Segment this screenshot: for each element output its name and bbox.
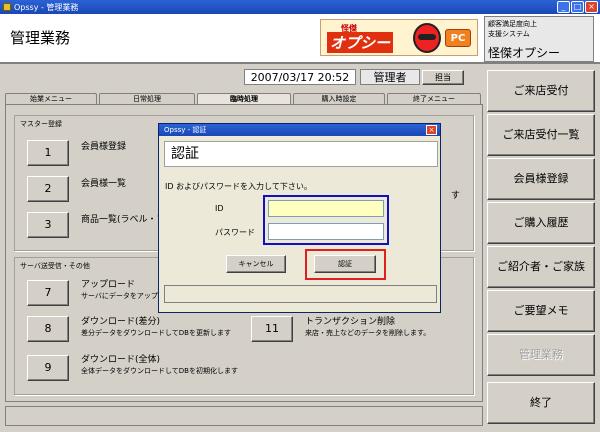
download-full-desc: 全体データをダウンロードしてDBを初期化します [81,367,238,375]
download-full-button[interactable]: 9 [27,355,69,381]
cancel-button[interactable]: キャンセル [226,255,286,273]
master-group-label: マスター登録 [20,120,62,128]
auth-dialog: Opssy - 認証 × 認証 ID およびパスワードを入力して下さい。 ID … [158,123,441,313]
auth-dialog-title: Opssy - 認証 [159,124,440,136]
menu-request-memo[interactable]: ご要望メモ [487,290,595,332]
download-diff-label: ダウンロード(差分) [81,317,161,327]
maximize-button[interactable]: □ [571,1,584,13]
datetime-display: 2007/03/17 20:52 [244,69,356,85]
id-label: ID [215,204,224,213]
master-item-3-label: 商品一覧(ラベル・プ [81,215,166,225]
menu-admin-tasks: 管理業務 [487,334,595,376]
status-bar [5,406,483,426]
menu-exit[interactable]: 終了 [487,382,595,424]
window-titlebar: Opssy - 管理業務 _ □ × [0,0,600,14]
auth-dialog-heading: 認証 [164,141,438,167]
master-item-1-button[interactable]: 1 [27,140,69,166]
window-close-button[interactable]: × [585,1,598,13]
download-diff-desc: 差分データをダウンロードしてDBを更新します [81,329,231,337]
brand-logo: 怪傑 オプシー PC [320,19,478,56]
master-side-hint: す [451,191,461,201]
logo-big-text: オプシー [327,32,394,53]
transaction-delete-desc: 来店・売上などのデータを削除します。 [305,329,431,337]
menu-referrer-family[interactable]: ご紹介者・ご家族 [487,246,595,288]
menu-purchase-history[interactable]: ご購入履歴 [487,202,595,244]
auth-dialog-message: ID およびパスワードを入力して下さい。 [165,182,312,191]
transaction-delete-button[interactable]: 11 [251,316,293,342]
server-group-label: サーバ送受信・その他 [20,262,90,270]
logo-pc-badge: PC [445,29,471,47]
auth-dialog-close-button[interactable]: × [426,125,437,135]
page-title: 管理業務 [10,29,71,47]
mascot-face-icon [413,23,441,53]
password-label: パスワード [215,228,255,237]
user-display: 管理者 [360,69,420,85]
master-item-2-button[interactable]: 2 [27,176,69,202]
system-name: 怪傑オプシー [488,46,561,60]
master-item-1-label: 会員様登録 [81,142,127,152]
upload-button[interactable]: 7 [27,280,69,306]
upload-label: アップロード [81,280,136,290]
download-diff-button[interactable]: 8 [27,316,69,342]
menu-visit-reception[interactable]: ご来店受付 [487,70,595,112]
tanto-button[interactable]: 担当 [422,70,464,85]
system-tagline-2: 支援システム [488,30,530,38]
auth-dialog-status [164,285,437,303]
transaction-delete-label: トランザクション削除 [305,317,396,327]
id-input[interactable] [268,200,384,217]
window-title: Opssy - 管理業務 [14,2,79,12]
system-info-box: 顧客満足度向上 支援システム 怪傑オプシー [484,16,594,62]
upload-desc: サーバにデータをアップロ [81,292,165,300]
password-input[interactable] [268,223,384,240]
menu-visit-list[interactable]: ご来店受付一覧 [487,114,595,156]
system-tagline-1: 顧客満足度向上 [488,20,537,28]
download-full-label: ダウンロード(全体) [81,355,161,365]
master-item-2-label: 会員様一覧 [81,179,127,189]
minimize-button[interactable]: _ [557,1,570,13]
auth-submit-button[interactable]: 認証 [314,255,376,273]
app-icon [3,3,11,11]
menu-member-register[interactable]: 会員様登録 [487,158,595,200]
master-item-3-button[interactable]: 3 [27,212,69,238]
